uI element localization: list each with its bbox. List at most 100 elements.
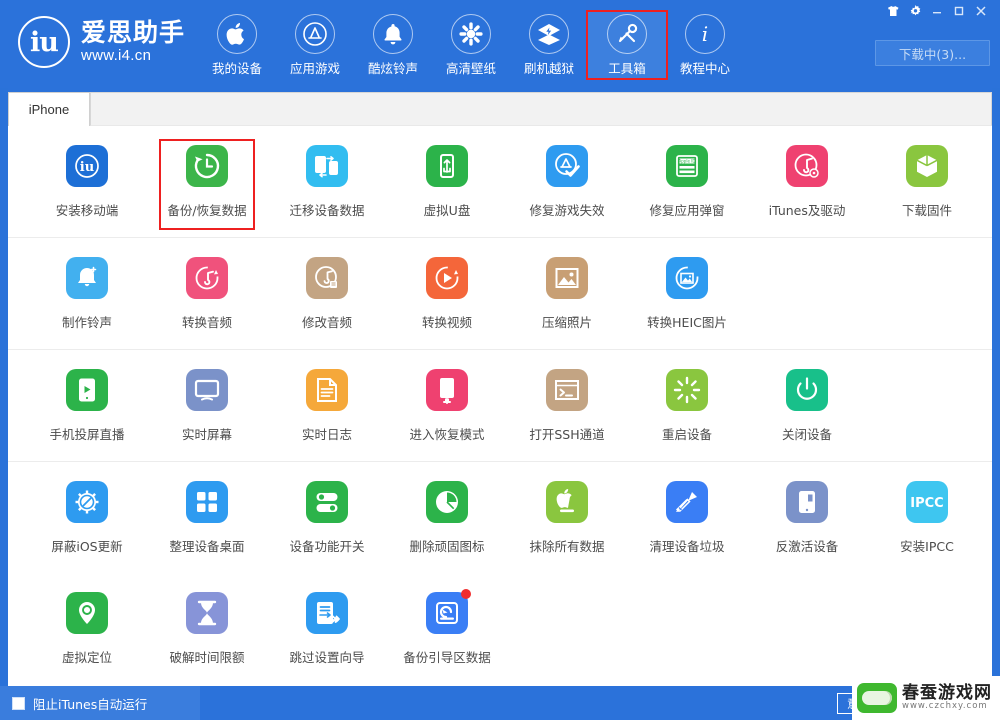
- block-itunes-checkbox[interactable]: [12, 696, 25, 710]
- toolbox-grid: iu 安装移动端 备份/恢复数据 迁移设备数据 虚拟U盘 修复游戏失效 Appl…: [8, 126, 992, 686]
- tool-label: 实时日志: [301, 426, 352, 442]
- download-status-button[interactable]: 下载中(3)...: [875, 40, 990, 66]
- bell-icon: [373, 14, 413, 54]
- tool-realtime-log[interactable]: 实时日志: [267, 350, 387, 461]
- tool-install-ipcc[interactable]: IPCC 安装IPCC: [867, 462, 987, 573]
- tool-fix-app-popup[interactable]: Apple ID 修复应用弹窗: [627, 126, 747, 237]
- block-itunes-toggle[interactable]: 阻止iTunes自动运行: [0, 686, 200, 720]
- nav-label: 工具箱: [608, 61, 646, 76]
- fix-game-icon: [546, 144, 588, 187]
- tool-recovery-mode[interactable]: 进入恢复模式: [387, 350, 507, 461]
- tool-power-off[interactable]: 关闭设备: [747, 350, 867, 461]
- tool-clean-junk[interactable]: 清理设备垃圾: [627, 462, 747, 573]
- tool-label: 手机投屏直播: [49, 426, 125, 442]
- tool-label: 虚拟U盘: [423, 202, 471, 218]
- tool-label: 重启设备: [661, 426, 712, 442]
- itunes-driver-icon: [786, 144, 828, 187]
- tool-label: 破解时间限额: [169, 649, 245, 665]
- deactivate-device-icon: [786, 480, 828, 523]
- device-tab-strip: iPhone: [8, 88, 992, 126]
- nav-item-my-device[interactable]: 我的设备: [198, 12, 276, 78]
- convert-audio-icon: [186, 256, 228, 299]
- maximize-button[interactable]: [948, 2, 970, 20]
- tool-itunes-driver[interactable]: iTunes及驱动: [747, 126, 867, 237]
- apple-icon: [217, 14, 257, 54]
- brand-url: www.i4.cn: [81, 47, 152, 65]
- tool-convert-audio[interactable]: 转换音频: [147, 238, 267, 349]
- tool-download-firmware[interactable]: 下载固件: [867, 126, 987, 237]
- tool-backup-boot-data[interactable]: 备份引导区数据: [387, 573, 507, 684]
- close-button[interactable]: [970, 2, 992, 20]
- nav-item-apps-games[interactable]: 应用游戏: [276, 12, 354, 78]
- tool-label: 清理设备垃圾: [649, 538, 725, 554]
- tool-remove-stubborn-icon[interactable]: 删除顽固图标: [387, 462, 507, 573]
- tool-label: 安装IPCC: [900, 538, 954, 554]
- tool-label: 压缩照片: [541, 314, 592, 330]
- convert-video-icon: [426, 256, 468, 299]
- nav-item-flash-jailbreak[interactable]: 刷机越狱: [510, 12, 588, 78]
- tool-deactivate-device[interactable]: 反激活设备: [747, 462, 867, 573]
- block-ios-update-icon: [66, 480, 108, 523]
- tool-label: 转换视频: [421, 314, 472, 330]
- compress-photo-icon: [546, 256, 588, 299]
- tool-convert-video[interactable]: 转换视频: [387, 238, 507, 349]
- tool-label: iTunes及驱动: [768, 202, 846, 218]
- tool-open-ssh[interactable]: 打开SSH通道: [507, 350, 627, 461]
- tool-restart-device[interactable]: 重启设备: [627, 350, 747, 461]
- tool-label: 转换音频: [181, 314, 232, 330]
- tool-label: 备份/恢复数据: [167, 202, 247, 218]
- nav-label: 我的设备: [211, 61, 262, 76]
- migrate-device-icon: [306, 144, 348, 187]
- tool-migrate-device[interactable]: 迁移设备数据: [267, 126, 387, 237]
- tool-erase-all-data[interactable]: 抹除所有数据: [507, 462, 627, 573]
- tool-backup-restore[interactable]: 备份/恢复数据: [147, 126, 267, 237]
- toolbox-row: 屏蔽iOS更新 整理设备桌面 设备功能开关 删除顽固图标 抹除所有数据 清理设备…: [8, 462, 992, 573]
- tool-label: 修改音频: [301, 314, 352, 330]
- watermark: 春蚕游戏网 www.czchxy.com: [852, 676, 1000, 720]
- status-bar: 阻止iTunes自动运行 意见反馈 微信公众号: [0, 686, 1000, 720]
- tool-virtual-usb[interactable]: 虚拟U盘: [387, 126, 507, 237]
- watermark-url: www.czchxy.com: [902, 701, 988, 712]
- edit-audio-icon: [306, 256, 348, 299]
- tool-label: 跳过设置向导: [289, 649, 365, 665]
- tool-realtime-screen[interactable]: 实时屏幕: [147, 350, 267, 461]
- tool-label: 虚拟定位: [61, 649, 112, 665]
- power-off-icon: [786, 368, 828, 411]
- tool-organize-desktop[interactable]: 整理设备桌面: [147, 462, 267, 573]
- minimize-button[interactable]: [926, 2, 948, 20]
- remove-icon-icon: [426, 480, 468, 523]
- i4-logo-icon: iu: [18, 16, 70, 68]
- tool-skip-setup[interactable]: 跳过设置向导: [267, 573, 387, 684]
- realtime-log-icon: [306, 368, 348, 411]
- nav-label: 酷炫铃声: [367, 61, 418, 76]
- tool-time-limit[interactable]: 破解时间限额: [147, 573, 267, 684]
- recovery-mode-icon: [426, 368, 468, 411]
- tool-label: 打开SSH通道: [529, 426, 605, 442]
- tool-install-mobile[interactable]: iu 安装移动端: [27, 126, 147, 237]
- tool-label: 转换HEIC图片: [647, 314, 727, 330]
- tool-screen-cast[interactable]: 手机投屏直播: [27, 350, 147, 461]
- tool-fix-game[interactable]: 修复游戏失效: [507, 126, 627, 237]
- watermark-text: 春蚕游戏网 www.czchxy.com: [902, 684, 992, 712]
- nav-item-tutorial[interactable]: i 教程中心: [666, 12, 744, 78]
- tool-edit-audio[interactable]: 修改音频: [267, 238, 387, 349]
- tool-label: 制作铃声: [61, 314, 112, 330]
- nav-item-toolbox[interactable]: 工具箱: [586, 10, 668, 80]
- nav-item-wallpaper[interactable]: 高清壁纸: [432, 12, 510, 78]
- nav-item-ringtones[interactable]: 酷炫铃声: [354, 12, 432, 78]
- svg-text:Apple ID: Apple ID: [679, 158, 696, 163]
- tab-iphone[interactable]: iPhone: [8, 92, 90, 126]
- toolbox-row: 制作铃声 转换音频 修改音频 转换视频 压缩照片 转换HEIC图片: [8, 238, 992, 350]
- tool-convert-heic[interactable]: 转换HEIC图片: [627, 238, 747, 349]
- tool-compress-photo[interactable]: 压缩照片: [507, 238, 627, 349]
- nav-label: 教程中心: [679, 61, 730, 76]
- tool-block-ios-update[interactable]: 屏蔽iOS更新: [27, 462, 147, 573]
- skin-icon[interactable]: [882, 2, 904, 20]
- realtime-screen-icon: [186, 368, 228, 411]
- tool-feature-toggle[interactable]: 设备功能开关: [267, 462, 387, 573]
- settings-gear-icon[interactable]: [904, 2, 926, 20]
- tool-label: 下载固件: [901, 202, 952, 218]
- tool-virtual-location[interactable]: 虚拟定位: [27, 573, 147, 684]
- tool-make-ringtone[interactable]: 制作铃声: [27, 238, 147, 349]
- notification-badge: [461, 588, 471, 599]
